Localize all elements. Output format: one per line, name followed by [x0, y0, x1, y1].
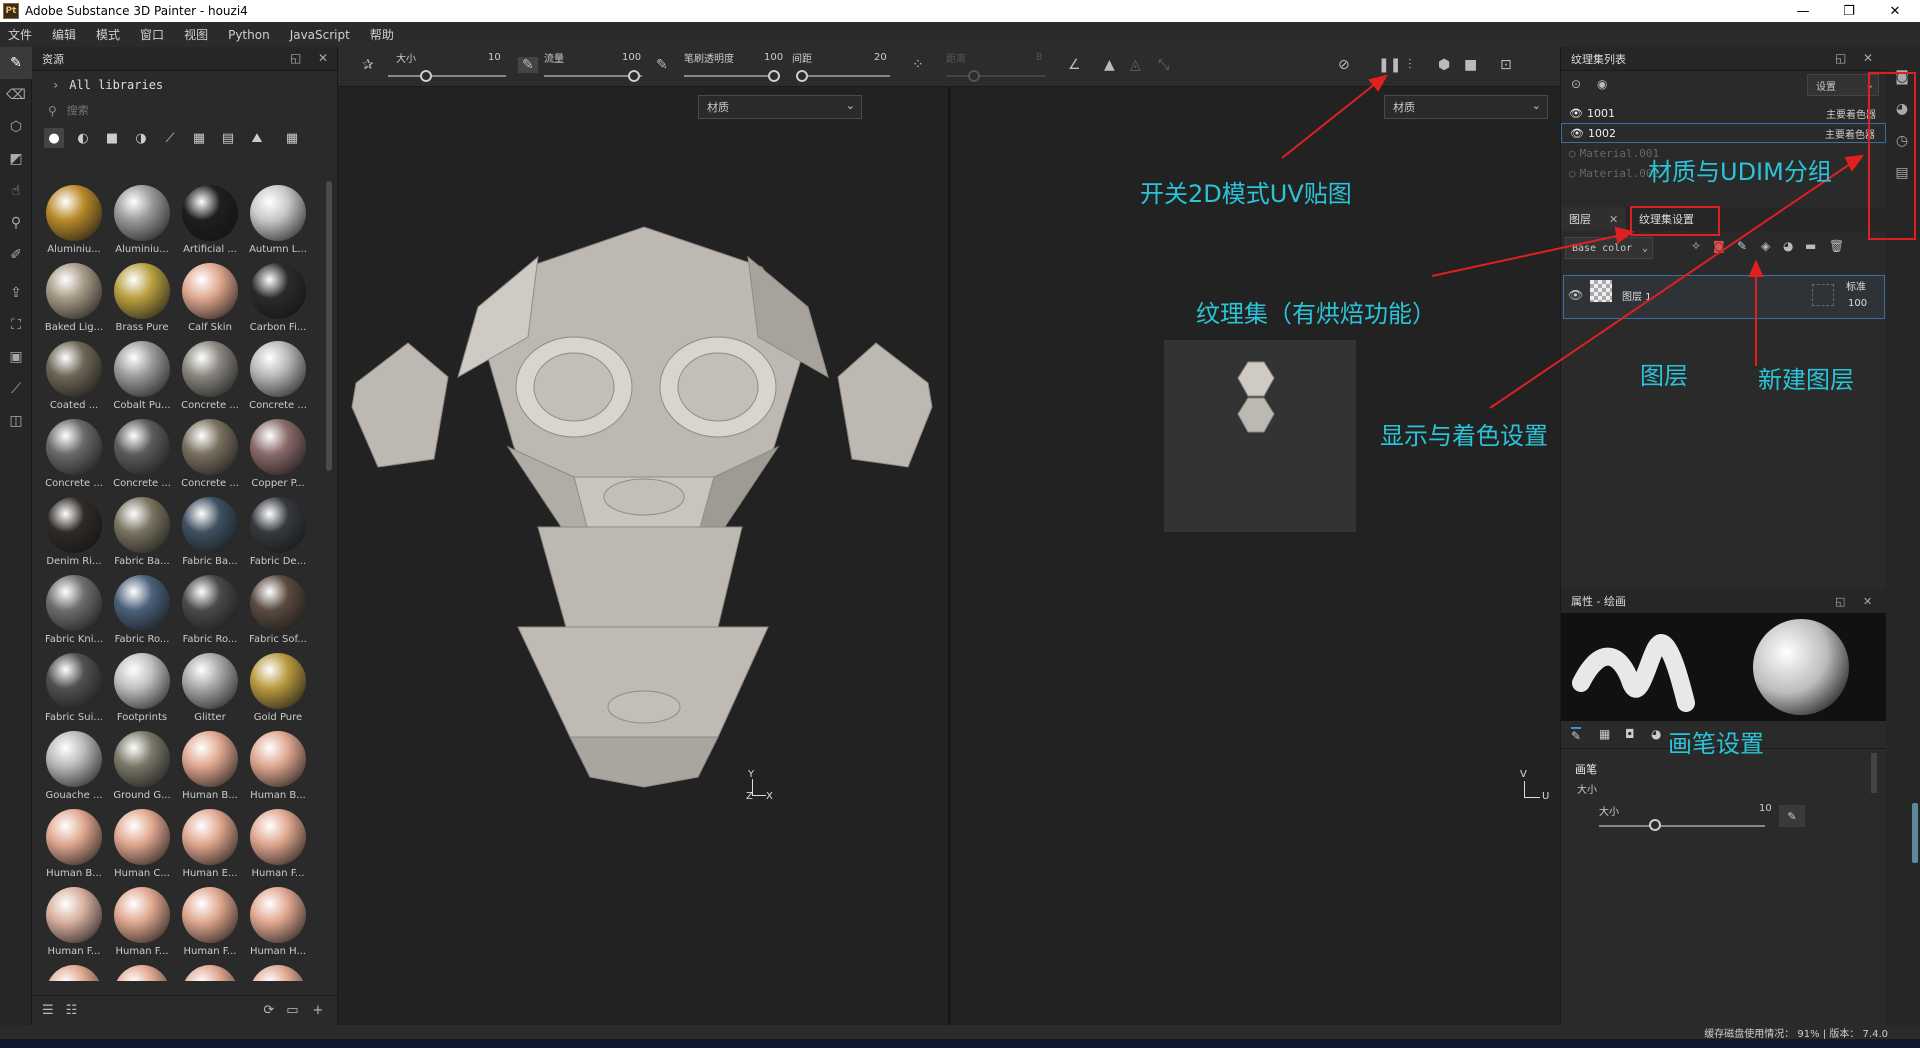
status-bar: 缓存磁盘使用情况： 91% | 版本： 7.4.0: [0, 1025, 1920, 1040]
annotation-uv-toggle: 开关2D模式UV贴图: [1140, 180, 1352, 208]
status-text: 缓存磁盘使用情况： 91% | 版本： 7.4.0: [1704, 1029, 1888, 1040]
annotation-display: 显示与着色设置: [1380, 422, 1548, 450]
annotation-texture-set: 纹理集（有烘焙功能）: [1196, 300, 1436, 328]
taskbar-strip: [0, 1039, 1920, 1048]
annotation-new-layer: 新建图层: [1758, 366, 1854, 394]
annotation-arrows: [1281, 74, 1865, 409]
annotation-brush: 画笔设置: [1668, 730, 1764, 758]
annotation-layers: 图层: [1640, 362, 1688, 390]
annotation-udim: 材质与UDIM分组: [1648, 158, 1832, 186]
